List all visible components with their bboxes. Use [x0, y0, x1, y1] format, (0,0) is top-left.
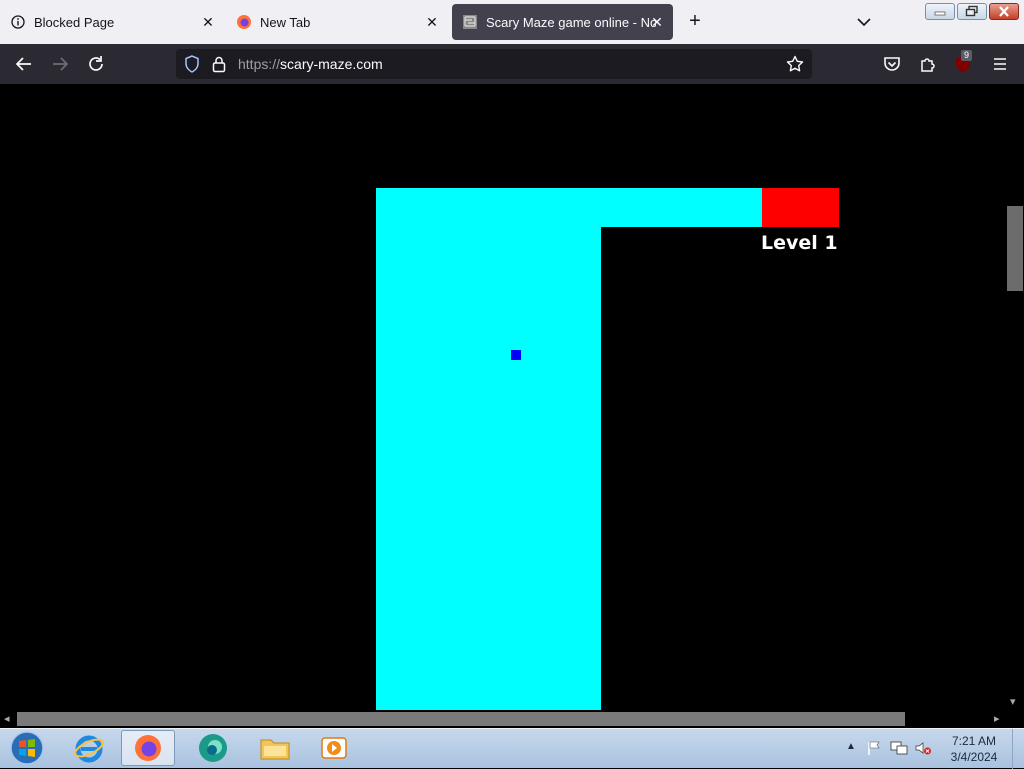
show-hidden-icons-arrow-icon[interactable]: ▲ — [846, 741, 856, 752]
puzzle-icon — [921, 58, 935, 72]
url-scheme: https:// — [238, 56, 281, 72]
address-bar[interactable]: https://scary-maze.com — [176, 49, 812, 79]
tab-blocked-page[interactable]: Blocked Page ✕ — [0, 4, 224, 40]
network-icon[interactable] — [890, 740, 908, 761]
restore-window-button[interactable] — [957, 3, 987, 20]
tracking-protection-shield-icon[interactable] — [184, 55, 200, 78]
start-button[interactable] — [0, 730, 54, 766]
windows-taskbar: ▲ 7:21 AM 3/4/2024 — [0, 728, 1024, 769]
forward-button[interactable] — [50, 54, 70, 74]
taskbar-file-explorer[interactable] — [248, 730, 302, 766]
lock-icon[interactable] — [211, 55, 227, 78]
app-menu-button[interactable] — [990, 54, 1010, 74]
forward-arrow-icon — [53, 57, 69, 71]
level-label: Level 1 — [761, 232, 838, 254]
url-host: scary-maze.com — [280, 56, 383, 72]
tab-strip: Blocked Page ✕ New Tab ✕ Scary Maze game… — [0, 0, 1024, 44]
tab-title: Blocked Page — [34, 14, 115, 30]
close-tab-icon[interactable]: ✕ — [424, 14, 440, 30]
player-cursor-square[interactable] — [511, 350, 521, 360]
close-tab-icon[interactable]: ✕ — [200, 14, 216, 30]
volume-muted-icon[interactable] — [914, 740, 932, 761]
pocket-button[interactable] — [882, 54, 902, 74]
pocket-icon — [884, 57, 900, 71]
folder-icon — [260, 739, 290, 760]
chevron-down-icon — [857, 18, 871, 27]
vertical-scrollbar-thumb[interactable] — [1007, 206, 1023, 291]
taskbar-edge[interactable] — [186, 730, 240, 766]
action-center-flag-icon[interactable] — [866, 740, 882, 761]
firefox-icon — [135, 735, 161, 761]
scroll-right-arrow-icon[interactable]: ▸ — [994, 713, 1000, 725]
back-button[interactable] — [14, 54, 34, 74]
internet-explorer-icon — [74, 735, 104, 763]
maze-goal[interactable] — [762, 188, 839, 227]
scroll-down-arrow-icon[interactable]: ▾ — [1010, 696, 1016, 708]
maze-path-vertical[interactable] — [376, 188, 601, 710]
page-content: Level 1 ▾ ◂ ▸ — [0, 84, 1024, 728]
taskbar-media-player[interactable] — [307, 730, 361, 766]
clock-date: 3/4/2024 — [950, 750, 998, 764]
reload-icon — [89, 56, 103, 71]
tab-scary-maze[interactable]: Scary Maze game online - No d ✕ — [452, 4, 673, 40]
windows-start-orb-icon — [10, 731, 44, 765]
bookmark-star-icon[interactable] — [786, 55, 804, 78]
hamburger-menu-icon — [994, 58, 1006, 70]
tab-title: New Tab — [260, 14, 311, 30]
tab-new-tab[interactable]: New Tab ✕ — [226, 4, 448, 40]
taskbar-internet-explorer[interactable] — [62, 730, 116, 766]
navigation-toolbar: https://scary-maze.com 9 — [0, 44, 1024, 84]
ublock-origin-button[interactable]: 9 — [953, 50, 973, 74]
firefox-icon — [236, 14, 252, 30]
minimize-window-button[interactable] — [925, 3, 955, 20]
taskbar-firefox[interactable] — [121, 730, 175, 766]
show-desktop-button[interactable] — [1012, 729, 1024, 769]
edge-icon — [199, 734, 227, 762]
info-icon — [10, 14, 26, 30]
back-arrow-icon — [15, 57, 31, 71]
extension-badge: 9 — [961, 50, 973, 61]
list-all-tabs-button[interactable] — [854, 12, 874, 32]
reload-button[interactable] — [86, 54, 106, 74]
tab-title: Scary Maze game online - No d — [486, 14, 656, 30]
close-window-button[interactable] — [989, 3, 1019, 20]
new-tab-button[interactable]: + — [684, 10, 706, 32]
horizontal-scrollbar[interactable]: ◂ ▸ — [0, 710, 1006, 728]
horizontal-scrollbar-thumb[interactable] — [17, 712, 905, 726]
media-player-icon — [321, 737, 347, 759]
close-tab-icon[interactable]: ✕ — [649, 14, 665, 30]
clock-time: 7:21 AM — [951, 734, 997, 748]
url-text[interactable]: https://scary-maze.com — [238, 56, 383, 72]
vertical-scrollbar[interactable]: ▾ — [1006, 84, 1024, 710]
scroll-left-arrow-icon[interactable]: ◂ — [4, 713, 10, 725]
system-clock[interactable]: 7:21 AM 3/4/2024 — [944, 733, 1004, 765]
maze-favicon — [462, 14, 478, 30]
extensions-button[interactable] — [918, 54, 938, 74]
